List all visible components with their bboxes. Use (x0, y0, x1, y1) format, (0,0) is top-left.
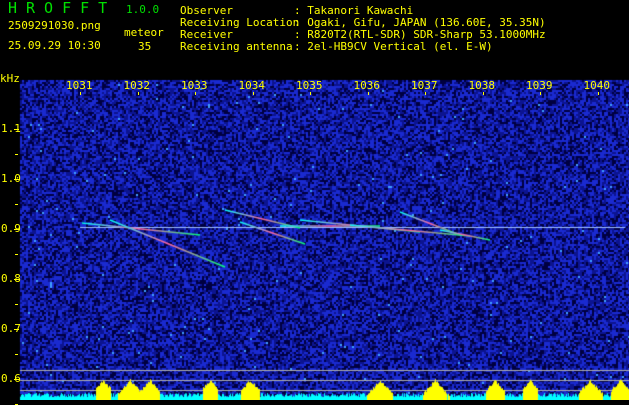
y-tick (14, 229, 19, 230)
y-tick (14, 129, 19, 130)
y-minor-tick (15, 154, 18, 155)
meteor-count: 35 (138, 40, 152, 53)
x-tick-label: 1032 (123, 79, 151, 92)
x-tick (598, 92, 599, 95)
x-tick (80, 92, 81, 95)
y-minor-tick (15, 304, 18, 305)
x-tick (195, 92, 196, 95)
x-tick-label: 1035 (296, 79, 323, 92)
x-tick-label: 1033 (181, 79, 208, 92)
y-tick (14, 279, 19, 280)
x-tick (253, 92, 254, 95)
x-tick (540, 92, 541, 95)
x-tick-label: 1036 (353, 79, 381, 92)
file-name: 2509291030.png (8, 19, 101, 32)
x-tick-label: 1037 (411, 79, 438, 92)
app-version: 1.0.0 (126, 3, 160, 16)
x-tick-label: 1034 (238, 79, 266, 92)
y-minor-tick (15, 204, 18, 205)
y-minor-tick (15, 254, 18, 255)
datetime: 25.09.29 10:30 (8, 39, 101, 52)
y-minor-tick (15, 354, 18, 355)
app-title: HROFFT (8, 0, 117, 17)
x-tick (425, 92, 426, 95)
axis-unit: kHz (0, 72, 20, 85)
x-tick-label: 1038 (468, 79, 496, 92)
x-tick (138, 92, 139, 95)
spectrogram (0, 0, 629, 400)
x-tick (310, 92, 311, 95)
y-tick (14, 379, 19, 380)
y-tick (14, 179, 19, 180)
x-tick-label: 1031 (66, 79, 93, 92)
x-tick (483, 92, 484, 95)
meteor-label: meteor (124, 26, 164, 39)
y-tick (14, 329, 19, 330)
info-value: : 2el-HB9CV Vertical (el. E-W) (294, 40, 493, 53)
info-label: Receiving antenna (180, 40, 293, 53)
x-tick (368, 92, 369, 95)
x-tick-label: 1040 (583, 79, 611, 92)
x-tick-label: 1039 (526, 79, 553, 92)
